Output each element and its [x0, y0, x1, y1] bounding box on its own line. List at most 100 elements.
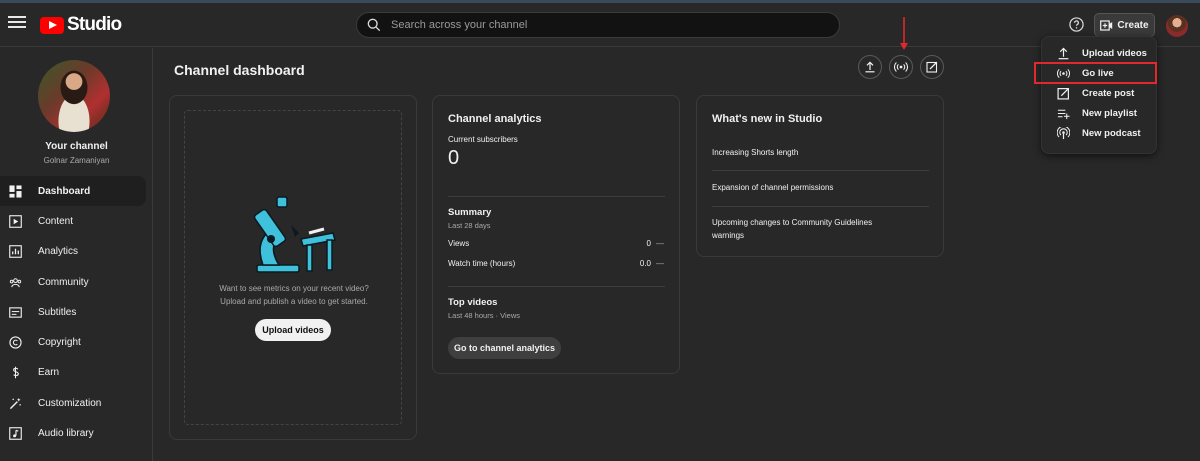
search-input[interactable]: [391, 19, 811, 31]
menu-item-upload-videos[interactable]: Upload videos: [1042, 43, 1158, 63]
metric-trend: —: [656, 239, 664, 248]
divider: [712, 170, 929, 171]
menu-item-new-podcast[interactable]: New podcast: [1042, 123, 1158, 143]
sidebar-item-subtitles[interactable]: Subtitles: [0, 297, 146, 327]
logo-text: Studio: [67, 14, 122, 35]
playlist-add-icon: [1057, 109, 1070, 119]
upload-card: Want to see metrics on your recent video…: [169, 95, 417, 440]
channel-avatar[interactable]: [38, 60, 110, 132]
sidebar-item-label: Copyright: [38, 337, 81, 349]
sidebar-item-label: Community: [38, 276, 89, 288]
whats-new-card: What's new in Studio Increasing Shorts l…: [696, 95, 944, 257]
studio-logo[interactable]: Studio: [40, 14, 122, 36]
earn-icon: [13, 367, 19, 379]
analytics-card-title: Channel analytics: [448, 113, 542, 125]
youtube-play-icon: [40, 16, 64, 34]
metric-value: 0: [646, 239, 651, 248]
create-label: Create: [1117, 19, 1149, 31]
menu-icon[interactable]: [8, 13, 26, 29]
create-menu: Upload videos Go live Create post New pl…: [1041, 36, 1157, 154]
metric-label: Views: [448, 239, 470, 248]
news-item[interactable]: Upcoming changes to Community Guidelines…: [712, 216, 897, 242]
summary-title: Summary: [448, 207, 492, 218]
sidebar-item-analytics[interactable]: Analytics: [0, 237, 146, 267]
metric-label: Watch time (hours): [448, 259, 516, 268]
sidebar-item-copyright[interactable]: Copyright: [0, 327, 146, 357]
subscribers-label: Current subscribers: [448, 135, 518, 144]
menu-item-new-playlist[interactable]: New playlist: [1042, 103, 1158, 123]
news-item[interactable]: Increasing Shorts length: [712, 146, 912, 159]
subscribers-count: 0: [448, 147, 460, 169]
page-title: Channel dashboard: [174, 62, 305, 78]
sidebar-nav: Dashboard Content Analytics Community Su…: [0, 176, 153, 449]
upload-message-line2: Upload and publish a video to get starte…: [220, 296, 368, 306]
sidebar-item-label: Dashboard: [38, 185, 91, 197]
sidebar-item-label: Subtitles: [38, 306, 77, 318]
divider: [712, 206, 929, 207]
metric-value: 0.0: [639, 259, 651, 268]
go-live-button[interactable]: [889, 55, 913, 79]
podcast-icon: [1057, 126, 1070, 139]
search-icon: [367, 18, 381, 32]
go-to-channel-analytics-button[interactable]: Go to channel analytics: [448, 337, 561, 359]
metric-row-views: Views 0 —: [448, 239, 665, 248]
upload-videos-button[interactable]: Upload videos: [255, 319, 331, 341]
post-icon: [1057, 87, 1070, 100]
sidebar-item-customization[interactable]: Customization: [0, 388, 146, 418]
sidebar-item-label: Content: [38, 215, 74, 227]
summary-period: Last 28 days: [448, 221, 491, 230]
annotation-arrow: [900, 17, 908, 50]
menu-item-label: New playlist: [1082, 107, 1137, 119]
channel-username: Golnar Zamaniyan: [43, 156, 110, 165]
upload-icon: [865, 61, 875, 73]
dashboard-icon: [9, 185, 22, 198]
customization-icon: [9, 397, 21, 409]
whats-new-title: What's new in Studio: [712, 113, 823, 125]
menu-item-label: New podcast: [1082, 127, 1141, 139]
upload-message: Want to see metrics on your recent video…: [185, 283, 403, 308]
copyright-icon: [9, 336, 22, 349]
upload-icon: [1058, 47, 1069, 59]
analytics-icon: [9, 245, 22, 259]
help-icon[interactable]: [1069, 17, 1084, 32]
live-icon: [894, 62, 908, 72]
annotation-highlight-box: [1034, 62, 1157, 84]
sidebar-item-dashboard[interactable]: Dashboard: [0, 176, 146, 207]
sidebar-item-community[interactable]: Community: [0, 267, 146, 297]
sidebar-item-label: Customization: [38, 397, 102, 409]
menu-item-label: Upload videos: [1082, 47, 1147, 59]
divider: [448, 196, 665, 197]
account-avatar[interactable]: [1166, 15, 1188, 37]
news-item[interactable]: Expansion of channel permissions: [712, 181, 912, 194]
content-icon: [9, 215, 22, 228]
channel-name[interactable]: Your channel: [0, 141, 153, 152]
create-video-icon: [1100, 19, 1113, 31]
search-bar[interactable]: [356, 12, 840, 38]
sidebar-item-label: Audio library: [38, 428, 94, 440]
create-button[interactable]: Create: [1094, 13, 1155, 37]
microscope-illustration: [253, 196, 336, 273]
audio-library-icon: [9, 427, 22, 440]
sidebar-item-label: Earn: [38, 367, 60, 379]
menu-item-create-post[interactable]: Create post: [1042, 83, 1158, 103]
upload-placeholder: Want to see metrics on your recent video…: [184, 110, 402, 425]
subtitles-icon: [9, 307, 22, 318]
sidebar-item-content[interactable]: Content: [0, 206, 146, 236]
upload-message-line1: Want to see metrics on your recent video…: [219, 284, 369, 293]
metric-trend: —: [656, 259, 664, 268]
sidebar-item-audio-library[interactable]: Audio library: [0, 418, 146, 448]
top-bar: Studio Create: [0, 3, 1200, 47]
top-videos-title: Top videos: [448, 297, 498, 308]
community-icon: [9, 277, 22, 287]
menu-item-label: Create post: [1082, 87, 1135, 99]
sidebar-item-label: Analytics: [38, 246, 79, 258]
metric-row-watch-time: Watch time (hours) 0.0 —: [448, 259, 665, 268]
sidebar-item-earn[interactable]: Earn: [0, 358, 146, 388]
channel-analytics-card: Channel analytics Current subscribers 0 …: [432, 95, 680, 374]
top-videos-period: Last 48 hours · Views: [448, 311, 520, 320]
divider: [448, 286, 665, 287]
edit-icon: [926, 61, 938, 73]
create-post-button[interactable]: [920, 55, 944, 79]
upload-video-button[interactable]: [858, 55, 882, 79]
sidebar: Your channel Golnar Zamaniyan Dashboard …: [0, 48, 153, 461]
